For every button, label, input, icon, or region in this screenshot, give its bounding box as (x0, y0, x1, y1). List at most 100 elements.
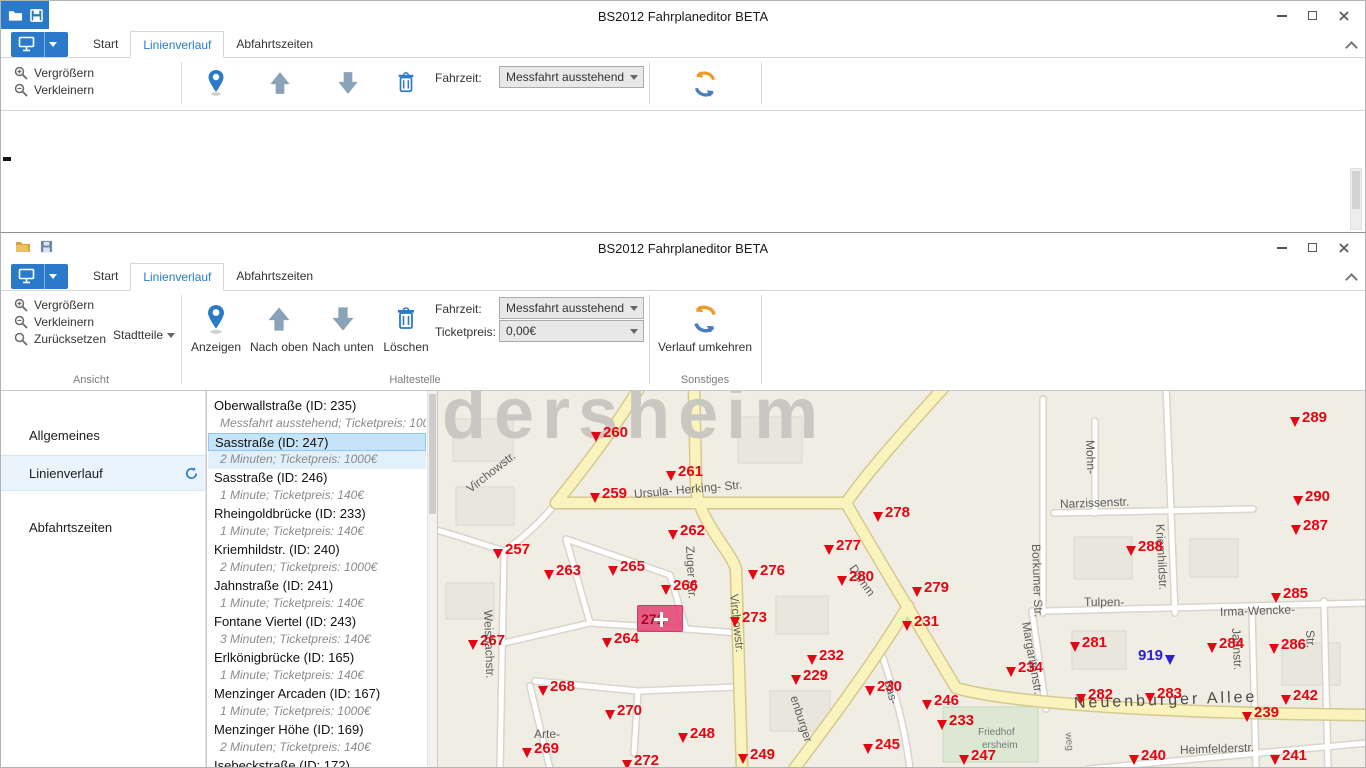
stop-list-item-detail[interactable]: 1 Minute; Ticketpreis: 140€ (208, 595, 426, 613)
map-stop-marker-273[interactable]: 273 (730, 610, 767, 627)
stop-list-item-detail[interactable]: 1 Minute; Ticketpreis: 1000€ (208, 703, 426, 721)
map-stop-marker-260[interactable]: 260 (591, 425, 628, 442)
titlebar[interactable]: BS2012 Fahrplaneditor BETA (1, 233, 1365, 263)
map-stop-marker-263[interactable]: 263 (544, 563, 581, 580)
stop-list-item[interactable]: Oberwallstraße (ID: 235) (208, 397, 426, 415)
map-stop-marker-269[interactable]: 269 (522, 741, 559, 758)
map-stop-marker-289[interactable]: 289 (1290, 410, 1327, 427)
minimize-button[interactable] (1266, 237, 1297, 258)
sidebar-item-abfahrtszeiten[interactable]: Abfahrtszeiten (1, 509, 205, 545)
stop-list-item[interactable]: Menzinger Arcaden (ID: 167) (208, 685, 426, 703)
zoom-out-button[interactable]: Verkleinern (14, 314, 94, 329)
ticketpreis-input[interactable]: 0,00€ (499, 320, 644, 342)
map-stop-marker-286[interactable]: 286 (1269, 637, 1306, 654)
show-stop-button[interactable] (201, 66, 231, 100)
map-view[interactable]: dersheim Virchowstr.Ursula- Herking- Str… (438, 391, 1365, 767)
stop-list-item-detail[interactable]: 2 Minuten; Ticketpreis: 140€ (208, 739, 426, 757)
scrollbar[interactable] (1350, 168, 1362, 230)
stop-list-item[interactable]: Menzinger Höhe (ID: 169) (208, 721, 426, 739)
sidebar-item-linienverlauf[interactable]: Linienverlauf (1, 455, 205, 491)
map-stop-marker-284[interactable]: 284 (1207, 636, 1244, 653)
zoom-reset-button[interactable]: Zurücksetzen (14, 331, 106, 346)
map-stop-marker-261[interactable]: 261 (666, 464, 703, 481)
tab-start[interactable]: Start (81, 263, 130, 290)
reverse-route-button[interactable] (685, 64, 725, 104)
map-stop-marker-287[interactable]: 287 (1291, 518, 1328, 535)
stop-list-item[interactable]: Sasstraße (ID: 246) (208, 469, 426, 487)
map-stop-marker-277[interactable]: 277 (824, 538, 861, 555)
map-stop-marker-242[interactable]: 242 (1281, 688, 1318, 705)
stop-list-item-detail[interactable]: 1 Minute; Ticketpreis: 140€ (208, 487, 426, 505)
collapse-ribbon-button[interactable] (1347, 41, 1355, 49)
tab-abfahrtszeiten[interactable]: Abfahrtszeiten (224, 263, 325, 290)
scrollbar-thumb[interactable] (1352, 171, 1360, 209)
map-stop-marker-234[interactable]: 234 (1006, 660, 1043, 677)
fahrzeit-combobox[interactable]: Messfahrt ausstehend (499, 66, 644, 88)
app-menu-button[interactable] (11, 32, 68, 57)
stop-list-item[interactable]: Kriemhildstr. (ID: 240) (208, 541, 426, 559)
map-stop-marker-268[interactable]: 268 (538, 679, 575, 696)
map-stop-marker-259[interactable]: 259 (590, 486, 627, 503)
map-stop-marker-290[interactable]: 290 (1293, 489, 1330, 506)
map-stop-marker-280[interactable]: 280 (837, 569, 874, 586)
zoom-in-button[interactable]: Vergrößern (14, 297, 94, 312)
map-stop-marker-246[interactable]: 246 (922, 693, 959, 710)
map-stop-marker-233[interactable]: 233 (937, 713, 974, 730)
stop-list-item[interactable]: Rheingoldbrücke (ID: 233) (208, 505, 426, 523)
map-stop-marker-249[interactable]: 249 (738, 747, 775, 764)
map-stop-marker-919[interactable]: 919 (1138, 648, 1175, 665)
close-button[interactable] (1328, 5, 1359, 26)
stop-list-item[interactable]: Isebeckstraße (ID: 172) (208, 757, 426, 767)
map-stop-marker-282[interactable]: 282 (1076, 687, 1113, 704)
map-stop-marker-229[interactable]: 229 (791, 668, 828, 685)
show-stop-button[interactable]: Anzeigen (187, 298, 245, 354)
stop-list-item-detail[interactable]: 1 Minute; Ticketpreis: 140€ (208, 667, 426, 685)
delete-stop-button[interactable]: Löschen (378, 298, 434, 354)
map-stop-marker-278[interactable]: 278 (873, 505, 910, 522)
app-menu-dropdown[interactable] (44, 32, 61, 57)
selected-stop-highlight[interactable]: 271 (637, 605, 683, 632)
minimize-button[interactable] (1266, 5, 1297, 26)
map-stop-marker-257[interactable]: 257 (493, 542, 530, 559)
map-stop-marker-272[interactable]: 272 (622, 753, 659, 767)
map-stop-marker-262[interactable]: 262 (668, 523, 705, 540)
move-up-button[interactable]: Nach oben (249, 298, 309, 354)
map-stop-marker-245[interactable]: 245 (863, 737, 900, 754)
map-stop-marker-248[interactable]: 248 (678, 726, 715, 743)
move-down-button[interactable] (331, 66, 365, 100)
fahrzeit-combobox[interactable]: Messfahrt ausstehend (499, 297, 644, 319)
close-button[interactable] (1328, 237, 1359, 258)
stop-list-scrollbar[interactable] (427, 391, 437, 767)
stop-list-item-detail[interactable]: 2 Minuten; Ticketpreis: 1000€ (208, 451, 426, 469)
reverse-route-button[interactable]: Verlauf umkehren (651, 298, 759, 354)
stop-list-item[interactable]: Jahnstraße (ID: 241) (208, 577, 426, 595)
map-stop-marker-285[interactable]: 285 (1271, 586, 1308, 603)
map-stop-marker-281[interactable]: 281 (1070, 635, 1107, 652)
tab-start[interactable]: Start (81, 31, 130, 57)
delete-stop-button[interactable] (391, 66, 421, 100)
map-stop-marker-276[interactable]: 276 (748, 563, 785, 580)
map-stop-marker-265[interactable]: 265 (608, 559, 645, 576)
stop-list-item[interactable]: Sasstraße (ID: 247) (208, 433, 426, 451)
collapse-ribbon-button[interactable] (1347, 273, 1355, 281)
move-down-button[interactable]: Nach unten (312, 298, 374, 354)
map-stop-marker-288[interactable]: 288 (1126, 539, 1163, 556)
app-menu-dropdown[interactable] (44, 264, 61, 289)
map-stop-marker-247[interactable]: 247 (959, 748, 996, 765)
map-stop-marker-231[interactable]: 231 (902, 614, 939, 631)
zoom-out-button[interactable]: Verkleinern (14, 82, 94, 97)
sidebar-item-allgemeines[interactable]: Allgemeines (1, 417, 205, 453)
zoom-in-button[interactable]: Vergrößern (14, 65, 94, 80)
scrollbar-thumb[interactable] (429, 394, 436, 514)
map-stop-marker-232[interactable]: 232 (807, 648, 844, 665)
map-stop-marker-230[interactable]: 230 (865, 679, 902, 696)
tab-linienverlauf[interactable]: Linienverlauf (130, 263, 224, 291)
map-stop-marker-240[interactable]: 240 (1129, 748, 1166, 765)
tab-abfahrtszeiten[interactable]: Abfahrtszeiten (224, 31, 325, 57)
map-stop-marker-264[interactable]: 264 (602, 631, 639, 648)
stop-list-item-detail[interactable]: 3 Minuten; Ticketpreis: 140€ (208, 631, 426, 649)
tab-linienverlauf[interactable]: Linienverlauf (130, 31, 224, 58)
map-stop-marker-239[interactable]: 239 (1242, 705, 1279, 722)
move-up-button[interactable] (263, 66, 297, 100)
map-stop-marker-270[interactable]: 270 (605, 703, 642, 720)
